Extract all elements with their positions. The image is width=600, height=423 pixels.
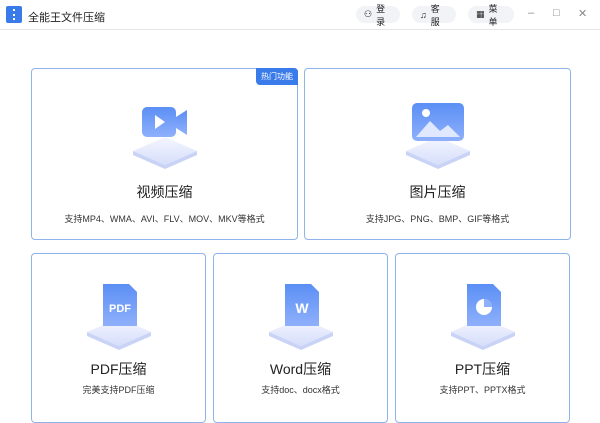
service-label: 客服 [430, 3, 440, 27]
card-title: PDF压缩 [90, 361, 147, 377]
svg-text:W: W [295, 300, 309, 316]
login-button[interactable]: ⚇ 登录 [356, 4, 400, 27]
card-word-compress[interactable]: W Word压缩 支持doc、docx格式 [213, 253, 388, 423]
ppt-icon [450, 284, 515, 350]
menu-label: 菜单 [488, 3, 498, 27]
card-subtitle: 支持PPT、PPTX格式 [439, 385, 526, 395]
image-icon [405, 103, 470, 169]
card-pdf-compress[interactable]: PDF PDF压缩 完美支持PDF压缩 [31, 253, 206, 423]
card-title: 图片压缩 [409, 184, 466, 200]
card-ppt-compress[interactable]: PPT压缩 支持PPT、PPTX格式 [395, 253, 570, 423]
card-subtitle: 支持JPG、PNG、BMP、GIF等格式 [365, 214, 510, 224]
hot-badge: 热门功能 [256, 68, 298, 85]
app-logo-icon [6, 6, 22, 23]
title-bar: 全能王文件压缩 ⚇ 登录 ♫ 客服 ▦ 菜单 – □ ✕ [0, 0, 600, 30]
login-label: 登录 [376, 3, 386, 27]
card-subtitle: 支持MP4、WMA、AVI、FLV、MOV、MKV等格式 [64, 214, 265, 224]
app-title: 全能王文件压缩 [28, 12, 105, 24]
card-video-compress[interactable]: 热门功能 视频压缩 支持MP4、WMA、AVI、FLV、MOV、MKV等格式 [31, 68, 298, 240]
grid-icon: ▦ [476, 9, 485, 19]
card-title: PPT压缩 [454, 361, 511, 377]
word-icon: W [268, 284, 333, 350]
video-icon [132, 107, 197, 169]
maximize-button[interactable]: □ [553, 7, 560, 19]
card-title: 视频压缩 [136, 184, 193, 200]
pdf-icon: PDF [86, 284, 151, 350]
card-image-compress[interactable]: 图片压缩 支持JPG、PNG、BMP、GIF等格式 [304, 68, 571, 240]
card-subtitle: 完美支持PDF压缩 [82, 385, 155, 395]
card-title: Word压缩 [269, 361, 332, 377]
service-button[interactable]: ♫ 客服 [412, 4, 456, 27]
minimize-button[interactable]: – [528, 7, 534, 19]
user-icon: ⚇ [364, 9, 373, 19]
card-subtitle: 支持doc、docx格式 [261, 385, 340, 395]
headset-icon: ♫ [420, 9, 427, 20]
svg-text:PDF: PDF [109, 303, 131, 315]
close-button[interactable]: ✕ [578, 7, 587, 20]
menu-button[interactable]: ▦ 菜单 [468, 4, 514, 27]
